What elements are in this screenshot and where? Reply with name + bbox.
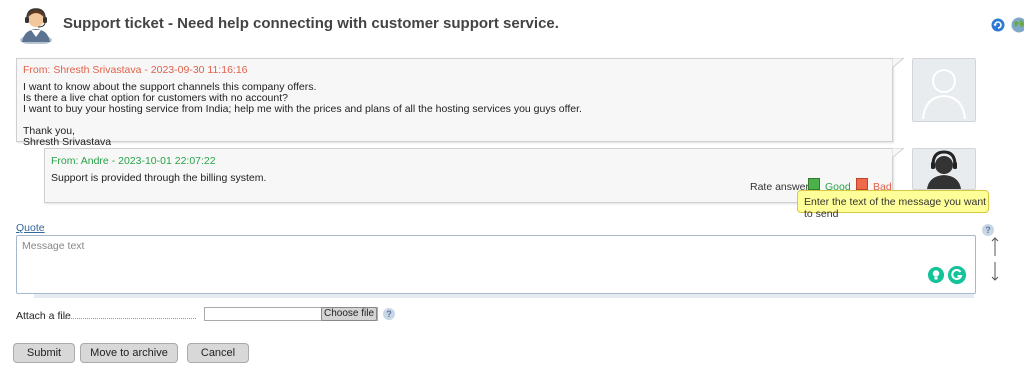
move-to-archive-button[interactable]: Move to archive [80,343,178,363]
message-text-input[interactable] [16,235,976,294]
message-body: I want to know about the support channel… [23,81,582,148]
staff-avatar [912,148,976,190]
message-author: From: Shresth Srivastava - 2023-09-30 11… [23,64,248,76]
user-silhouette-icon [922,69,966,120]
refresh-icon[interactable] [991,18,1005,32]
help-icon[interactable]: ? [383,308,395,320]
message-author: From: Andre - 2023-10-01 22:07:22 [51,155,216,167]
speech-tail-icon [892,148,904,159]
message-tooltip: Enter the text of the message you want t… [797,190,989,220]
attach-file-label: Attach a file [16,310,71,322]
quote-link[interactable]: Quote [16,222,45,234]
page-title: Support ticket - Need help connecting wi… [63,15,559,32]
speech-tail-icon [892,58,904,69]
dotted-leader [62,318,196,319]
help-icon[interactable]: ? [982,224,994,236]
grammarly-icon[interactable] [948,266,966,284]
support-headset-icon [927,150,961,189]
submit-button[interactable]: Submit [13,343,75,363]
globe-icon[interactable] [1011,17,1024,33]
grammarly-suggestion-icon[interactable] [928,267,944,283]
support-agent-icon [20,8,52,44]
textarea-resize-bar[interactable] [34,294,974,298]
thumbs-down-icon[interactable] [856,178,868,190]
choose-file-button[interactable]: Choose file [321,307,377,321]
user-avatar [912,58,976,122]
resize-arrows-icon[interactable] [990,236,1000,282]
message-body: Support is provided through the billing … [51,172,267,184]
staff-message: From: Andre - 2023-10-01 22:07:22 Suppor… [44,148,893,203]
cancel-button[interactable]: Cancel [187,343,249,363]
thumbs-up-icon[interactable] [808,178,820,190]
client-message: From: Shresth Srivastava - 2023-09-30 11… [16,58,893,148]
